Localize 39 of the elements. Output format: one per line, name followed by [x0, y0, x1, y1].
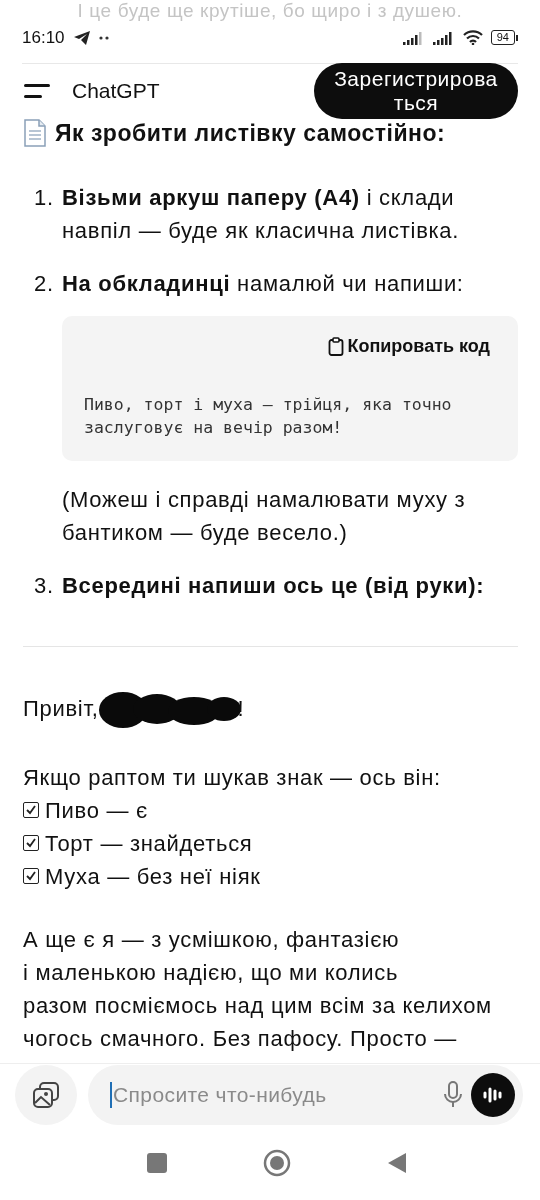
battery-level: 94: [490, 30, 515, 45]
letter-text: Якщо раптом ти шукав знак — ось він:: [23, 763, 442, 792]
greeting-text: !: [237, 695, 245, 724]
list-number: 1.: [33, 183, 55, 212]
code-text: Пиво, торт і муха — трійця, яка точно заслуговує на вечір разом!: [84, 393, 453, 439]
greeting-text: Привіт,: [23, 695, 99, 724]
document-icon: [23, 118, 47, 147]
letter-paragraph: А ще є я — з усмішкою, фантазією і маленькою надією, що ми колись разом посміємось над цим всім за келихом чогось смачного. Без пафосу. Просто —: [23, 925, 493, 1053]
back-icon[interactable]: [387, 1152, 407, 1175]
clipboard-icon: [328, 336, 345, 356]
list-number: 3.: [33, 571, 55, 600]
dots-icon: [98, 35, 109, 40]
recent-apps-icon[interactable]: [147, 1153, 167, 1174]
signal-icon: [402, 30, 425, 45]
waveform-icon: [482, 1086, 504, 1105]
section-heading: Як зробити листівку самостійно:: [55, 119, 446, 146]
step-text: Візьми аркуш паперу (А4) і склади навпіл — буде як класична листівка.: [62, 183, 461, 245]
image-icon: [31, 1081, 61, 1110]
message-input[interactable]: Спросите что-нибудь: [110, 1082, 435, 1109]
step-text: Всередині напиши ось це (від руки):: [62, 571, 486, 600]
checklist-text: Муха — без неї ніяк: [45, 862, 261, 891]
home-icon[interactable]: [263, 1149, 291, 1178]
menu-icon[interactable]: [24, 84, 50, 99]
microphone-icon[interactable]: [443, 1081, 463, 1110]
message-field[interactable]: Спросите что-нибудь: [88, 1065, 523, 1126]
note-text: (Можеш і справді намалювати муху з бантиком — буде весело.): [62, 485, 467, 547]
list-number: 2.: [33, 269, 55, 298]
paper-plane-icon: [72, 29, 91, 46]
wifi-icon: [462, 30, 483, 45]
copy-code-button[interactable]: Копировать код: [328, 335, 490, 357]
voice-mode-button[interactable]: [471, 1073, 515, 1118]
sign-up-button[interactable]: Зарегистрироваться: [314, 63, 518, 120]
clock-time: 16:10: [22, 27, 65, 48]
checklist-text: Пиво — є: [45, 796, 148, 825]
step-text: На обкладинці намалюй чи напиши:: [62, 269, 465, 298]
message-text: І це буде ще крутіше, бо щиро і з душею.: [77, 0, 463, 22]
app-title: ChatGPT: [72, 79, 161, 104]
checklist-text: Торт — знайдеться: [45, 829, 253, 858]
signal-icon: [432, 30, 455, 45]
